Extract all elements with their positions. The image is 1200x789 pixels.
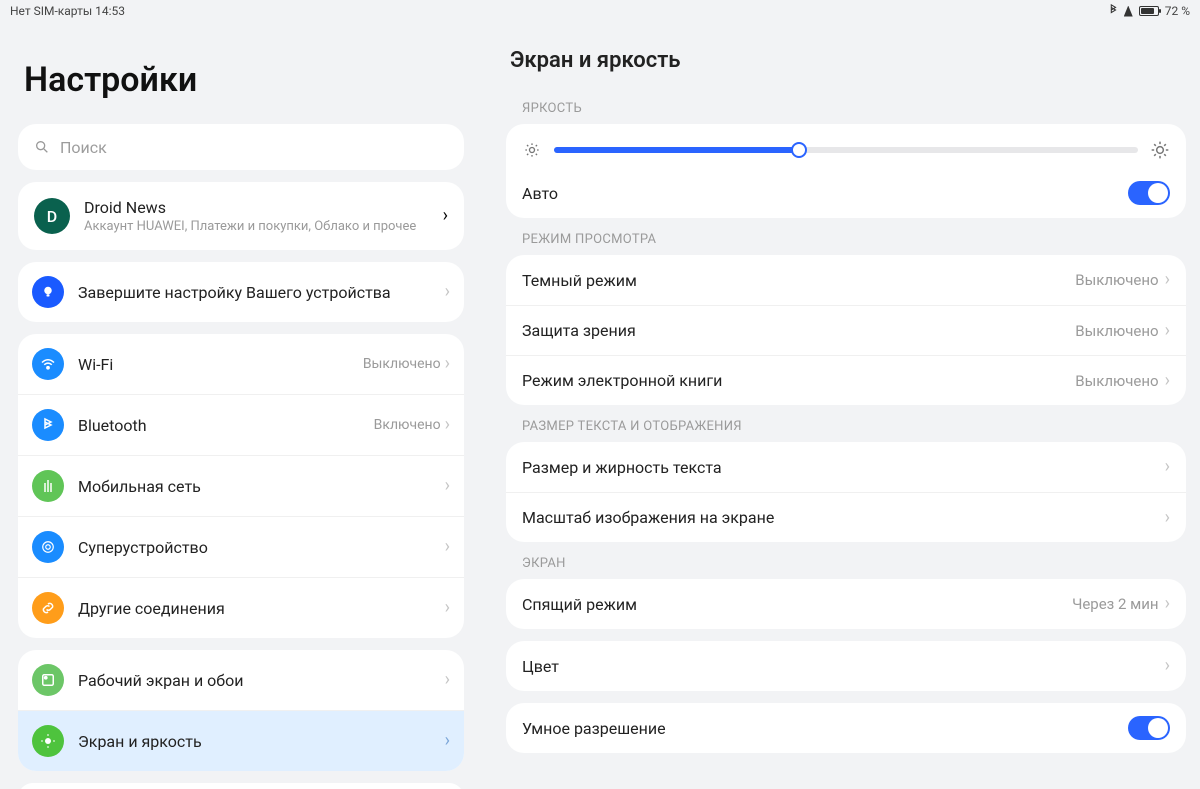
section-screen: ЭКРАН bbox=[522, 556, 1186, 571]
battery-icon bbox=[1139, 6, 1159, 16]
zoom-label: Масштаб изображения на экране bbox=[522, 508, 1165, 527]
alert-icon bbox=[1124, 6, 1133, 17]
chevron-right-icon: › bbox=[443, 207, 448, 225]
chevron-right-icon: › bbox=[1165, 657, 1170, 675]
display-zoom-row[interactable]: Масштаб изображения на экране › bbox=[506, 492, 1186, 542]
home-label: Рабочий экран и обои bbox=[78, 671, 445, 690]
ebook-mode-row[interactable]: Режим электронной книги Выключено › bbox=[506, 355, 1186, 405]
super-label: Суперустройство bbox=[78, 538, 445, 557]
finish-setup-row[interactable]: Завершите настройку Вашего устройства › bbox=[18, 262, 464, 322]
account-row[interactable]: D Droid News Аккаунт HUAWEI, Платежи и п… bbox=[18, 182, 464, 250]
sleep-label: Спящий режим bbox=[522, 595, 1072, 614]
avatar: D bbox=[34, 198, 70, 234]
content-pane: Экран и яркость ЯРКОСТЬ Авто РЕЖИМ ПРОСМ… bbox=[478, 22, 1200, 789]
color-row[interactable]: Цвет › bbox=[506, 641, 1186, 691]
eye-label: Защита зрения bbox=[522, 321, 1075, 340]
chevron-right-icon: › bbox=[445, 355, 450, 373]
statusbar: Нет SIM-карты 14:53 72 % bbox=[0, 0, 1200, 22]
auto-label: Авто bbox=[522, 184, 1128, 203]
search-placeholder: Поиск bbox=[60, 138, 107, 157]
section-view-mode: РЕЖИМ ПРОСМОТРА bbox=[522, 232, 1186, 247]
link-icon bbox=[32, 592, 64, 624]
chevron-right-icon: › bbox=[1165, 372, 1170, 390]
wifi-label: Wi-Fi bbox=[78, 355, 363, 374]
section-text-display: РАЗМЕР ТЕКСТА И ОТОБРАЖЕНИЯ bbox=[522, 419, 1186, 434]
sun-low-icon bbox=[522, 140, 542, 160]
auto-brightness-toggle[interactable] bbox=[1128, 181, 1170, 205]
chevron-right-icon: › bbox=[445, 283, 450, 301]
text-size-label: Размер и жирность текста bbox=[522, 458, 1165, 477]
smart-res-label: Умное разрешение bbox=[522, 719, 1128, 738]
chevron-right-icon: › bbox=[445, 732, 450, 750]
settings-title: Настройки bbox=[24, 60, 464, 100]
chevron-right-icon: › bbox=[445, 416, 450, 434]
mobile-label: Мобильная сеть bbox=[78, 477, 445, 496]
account-sub: Аккаунт HUAWEI, Платежи и покупки, Облак… bbox=[84, 219, 443, 234]
sidebar-item-bluetooth[interactable]: Bluetooth Включено › bbox=[18, 394, 464, 455]
superdevice-icon bbox=[32, 531, 64, 563]
brightness-slider[interactable] bbox=[554, 140, 1138, 160]
sidebar-item-mobile[interactable]: Мобильная сеть › bbox=[18, 455, 464, 516]
bluetooth-icon bbox=[32, 409, 64, 441]
ebook-value: Выключено bbox=[1075, 372, 1158, 390]
battery-percent: 72 % bbox=[1165, 4, 1190, 18]
eye-value: Выключено bbox=[1075, 322, 1158, 340]
text-size-row[interactable]: Размер и жирность текста › bbox=[506, 442, 1186, 492]
search-icon bbox=[34, 139, 50, 155]
dark-mode-row[interactable]: Темный режим Выключено › bbox=[506, 255, 1186, 305]
chevron-right-icon: › bbox=[445, 538, 450, 556]
lightbulb-icon bbox=[32, 276, 64, 308]
chevron-right-icon: › bbox=[1165, 595, 1170, 613]
dark-label: Темный режим bbox=[522, 271, 1075, 290]
sleep-value: Через 2 мин bbox=[1072, 595, 1159, 613]
bt-label: Bluetooth bbox=[78, 416, 374, 435]
chevron-right-icon: › bbox=[1165, 322, 1170, 340]
sidebar-item-display-brightness[interactable]: Экран и яркость › bbox=[18, 710, 464, 771]
dark-value: Выключено bbox=[1075, 271, 1158, 289]
sun-high-icon bbox=[1150, 140, 1170, 160]
smart-resolution-toggle[interactable] bbox=[1128, 716, 1170, 740]
color-label: Цвет bbox=[522, 657, 1165, 676]
display-icon bbox=[32, 725, 64, 757]
wifi-value: Выключено bbox=[363, 356, 441, 372]
bt-value: Включено bbox=[374, 417, 441, 433]
finish-setup-label: Завершите настройку Вашего устройства bbox=[78, 283, 445, 302]
auto-brightness-row[interactable]: Авто bbox=[506, 168, 1186, 218]
sidebar-item-superdevice[interactable]: Суперустройство › bbox=[18, 516, 464, 577]
sidebar-item-other-connections[interactable]: Другие соединения › bbox=[18, 577, 464, 638]
mobile-icon bbox=[32, 470, 64, 502]
home-icon bbox=[32, 664, 64, 696]
chevron-right-icon: › bbox=[1165, 458, 1170, 476]
chevron-right-icon: › bbox=[445, 599, 450, 617]
page-title: Экран и яркость bbox=[510, 48, 1186, 73]
sidebar: Настройки Поиск D Droid News Аккаунт HUA… bbox=[0, 22, 478, 789]
sleep-row[interactable]: Спящий режим Через 2 мин › bbox=[506, 579, 1186, 629]
bluetooth-icon bbox=[1108, 4, 1118, 19]
status-left: Нет SIM-карты 14:53 bbox=[10, 4, 125, 18]
sidebar-item-wifi[interactable]: Wi-Fi Выключено › bbox=[18, 334, 464, 394]
chevron-right-icon: › bbox=[1165, 271, 1170, 289]
account-name: Droid News bbox=[84, 198, 443, 217]
chevron-right-icon: › bbox=[1165, 509, 1170, 527]
section-brightness: ЯРКОСТЬ bbox=[522, 101, 1186, 116]
sidebar-item-home-wallpaper[interactable]: Рабочий экран и обои › bbox=[18, 650, 464, 710]
chevron-right-icon: › bbox=[445, 477, 450, 495]
search-input[interactable]: Поиск bbox=[18, 124, 464, 170]
smart-resolution-row[interactable]: Умное разрешение bbox=[506, 703, 1186, 753]
eye-comfort-row[interactable]: Защита зрения Выключено › bbox=[506, 305, 1186, 355]
chevron-right-icon: › bbox=[445, 671, 450, 689]
wifi-icon bbox=[32, 348, 64, 380]
ebook-label: Режим электронной книги bbox=[522, 371, 1075, 390]
other-label: Другие соединения bbox=[78, 599, 445, 618]
brightness-slider-row bbox=[506, 124, 1186, 168]
screen-label: Экран и яркость bbox=[78, 732, 445, 751]
